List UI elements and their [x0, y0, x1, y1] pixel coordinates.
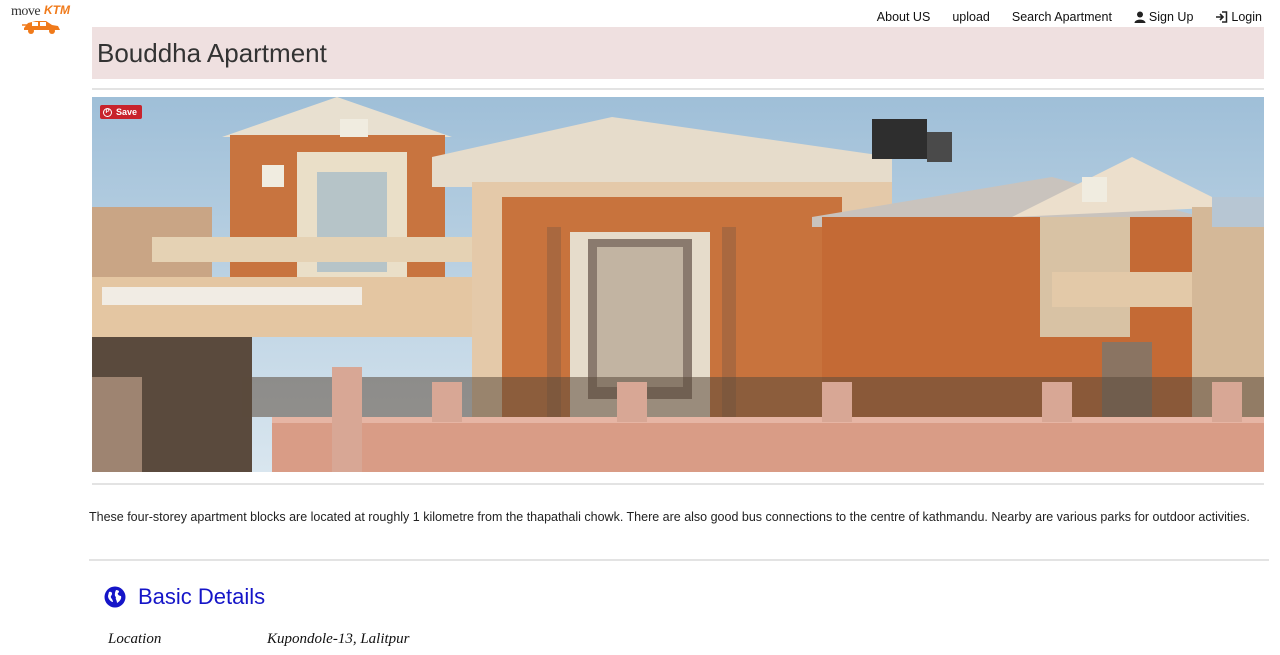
- nav-upload[interactable]: upload: [952, 10, 990, 24]
- user-icon: [1134, 11, 1146, 23]
- nav-login-label: Login: [1231, 10, 1262, 24]
- title-banner: Bouddha Apartment: [92, 27, 1264, 79]
- pinterest-icon: P: [103, 107, 112, 117]
- login-icon: [1216, 11, 1228, 23]
- nav-login[interactable]: Login: [1215, 10, 1262, 24]
- logo-text-ktm: KTM: [44, 3, 70, 17]
- save-button-label: Save: [116, 107, 138, 117]
- divider-top: [92, 88, 1264, 90]
- site-logo[interactable]: move KTM: [10, 3, 80, 36]
- nav-about-us[interactable]: About US: [877, 10, 931, 24]
- car-icon: [22, 21, 60, 34]
- apartment-description: These four-storey apartment blocks are l…: [89, 510, 1250, 524]
- divider-photo: [92, 483, 1264, 485]
- nav-about-us-label: About US: [876, 10, 931, 24]
- detail-label-location: Location: [108, 631, 162, 647]
- apartment-photo: P Save: [92, 97, 1264, 472]
- page-title: Bouddha Apartment: [97, 38, 327, 68]
- basic-details-heading: Basic Details: [104, 584, 265, 610]
- top-nav: About US upload Search Apartment Sign Up…: [855, 10, 1262, 24]
- nav-search-apartment[interactable]: Search Apartment: [1012, 10, 1112, 24]
- nav-sign-up-label: Sign Up: [1148, 10, 1194, 24]
- globe-icon: [104, 586, 126, 608]
- nav-upload-label: upload: [952, 10, 990, 24]
- building-illustration: [92, 97, 1264, 472]
- basic-details-title: Basic Details: [138, 584, 266, 609]
- detail-value-location: Kupondole-13, Lalitpur: [267, 631, 410, 647]
- pinterest-save-button[interactable]: P Save: [100, 105, 143, 119]
- divider-description: [89, 559, 1269, 561]
- nav-sign-up[interactable]: Sign Up: [1134, 10, 1193, 24]
- nav-search-apartment-label: Search Apartment: [1011, 10, 1112, 24]
